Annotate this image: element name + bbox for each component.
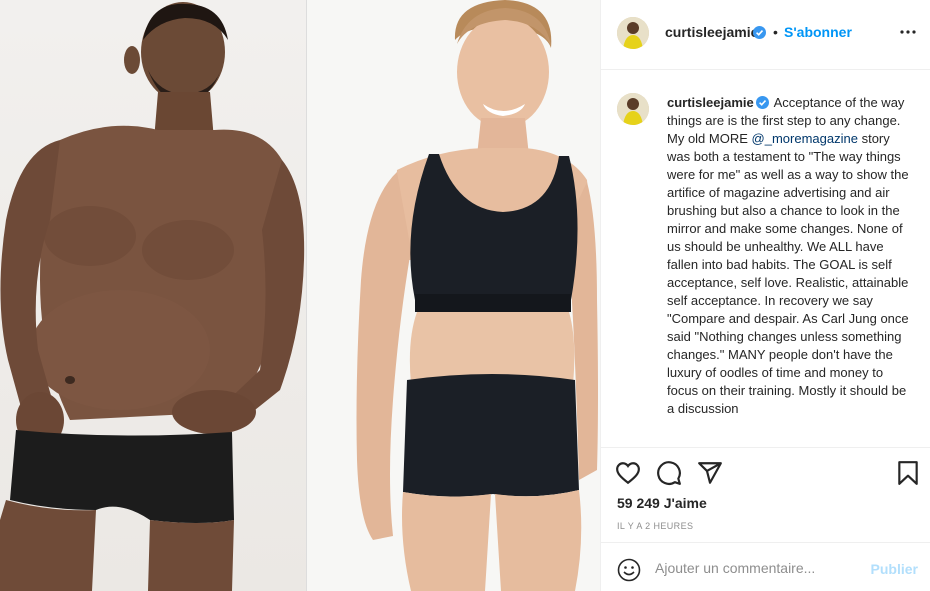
avatar[interactable] — [617, 17, 649, 49]
man-in-black-briefs-photo — [0, 0, 306, 591]
caption-text: curtisleejamie Acceptance of the way thi… — [667, 94, 912, 418]
emoji-icon[interactable] — [617, 558, 641, 582]
comment-icon[interactable] — [656, 460, 682, 486]
mention-link[interactable]: @_moremagazine — [752, 131, 858, 146]
avatar[interactable] — [617, 93, 649, 125]
post-timestamp[interactable]: IL Y A 2 HEURES — [617, 521, 693, 531]
comment-bar: Publier — [601, 542, 930, 591]
verified-badge-icon — [753, 26, 766, 39]
woman-in-black-sports-bra-photo — [306, 0, 600, 591]
caption-username[interactable]: curtisleejamie — [667, 95, 754, 110]
action-bar: 59 249 J'aime IL Y A 2 HEURES — [601, 447, 930, 542]
caption-body-end: story was both a testament to "The way t… — [667, 131, 909, 416]
publish-button[interactable]: Publier — [871, 561, 918, 577]
bookmark-icon[interactable] — [895, 460, 921, 486]
post-media[interactable] — [0, 0, 600, 591]
caption-section: curtisleejamie Acceptance of the way thi… — [601, 71, 930, 447]
post-side-panel: curtisleejamie • S'abonner curtisleejami… — [600, 0, 930, 591]
heart-icon[interactable] — [615, 460, 641, 486]
likes-count[interactable]: 59 249 J'aime — [617, 495, 707, 511]
comment-input[interactable] — [655, 557, 855, 579]
header-username[interactable]: curtisleejamie — [665, 24, 758, 40]
verified-badge-icon — [755, 96, 769, 109]
separator-dot: • — [773, 24, 778, 40]
follow-button[interactable]: S'abonner — [784, 24, 852, 40]
more-options-icon[interactable] — [898, 22, 918, 42]
share-icon[interactable] — [697, 460, 723, 486]
post-header: curtisleejamie • S'abonner — [601, 0, 930, 70]
